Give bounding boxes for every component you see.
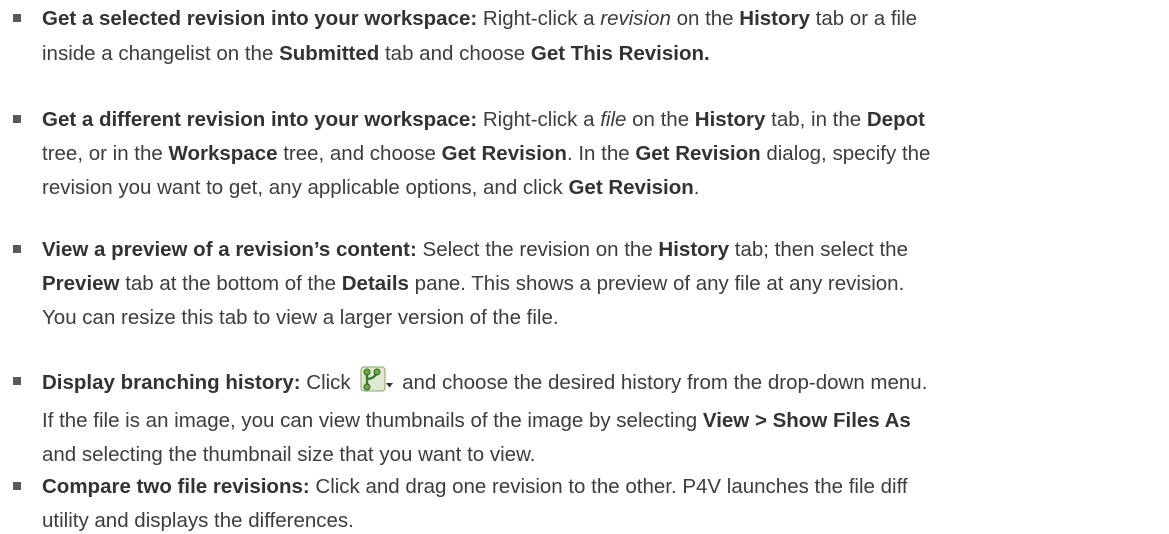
bullet-marker bbox=[13, 14, 21, 22]
italic-term: file bbox=[600, 108, 627, 131]
text-run: pane. This shows a preview of any file a… bbox=[408, 272, 905, 295]
text-run: dialog, specify the bbox=[760, 142, 931, 165]
text-run: tab or a file bbox=[809, 7, 918, 30]
text-run: Click bbox=[300, 371, 357, 394]
text-line: View a preview of a revision’s content: … bbox=[42, 237, 908, 263]
bold-term: Depot bbox=[866, 108, 925, 131]
text-run: tab; then select the bbox=[729, 238, 908, 261]
text-run: on the bbox=[626, 108, 695, 131]
bold-term: Get Revision bbox=[568, 176, 694, 199]
text-run: tab and choose bbox=[379, 42, 531, 65]
text-run: tab, in the bbox=[765, 108, 867, 131]
text-line: Display branching history: Click and cho… bbox=[42, 366, 928, 396]
bold-term: Submitted bbox=[279, 42, 380, 65]
bullet-marker bbox=[13, 245, 21, 253]
text-line: Get a selected revision into your worksp… bbox=[42, 6, 917, 32]
text-run: Right-click a bbox=[477, 7, 601, 30]
bold-term: Compare two file revisions: bbox=[42, 475, 310, 498]
text-run: revision you want to get, any applicable… bbox=[42, 176, 569, 199]
bold-term: Get This Revision. bbox=[530, 42, 710, 65]
bold-term: Details bbox=[341, 272, 409, 295]
text-line: inside a changelist on the Submitted tab… bbox=[42, 41, 710, 67]
text-run: If the file is an image, you can view th… bbox=[42, 409, 703, 432]
bold-term: Display branching history: bbox=[42, 371, 301, 394]
bold-term: Get a selected revision into your worksp… bbox=[42, 7, 478, 30]
text-run: . In the bbox=[566, 142, 636, 165]
text-run: Select the revision on the bbox=[416, 238, 659, 261]
bold-term: History bbox=[739, 7, 810, 30]
bold-term: View a preview of a revision’s content: bbox=[42, 238, 417, 261]
bullet-marker bbox=[13, 482, 21, 490]
text-run: on the bbox=[670, 7, 740, 30]
bold-term: Preview bbox=[42, 272, 120, 295]
bold-term: Workspace bbox=[168, 142, 278, 165]
text-run: tab at the bottom of the bbox=[119, 272, 342, 295]
text-run: and choose the desired history from the … bbox=[396, 371, 928, 394]
text-run: inside a changelist on the bbox=[42, 42, 280, 65]
bold-term: History bbox=[694, 108, 766, 131]
bold-term: Get Revision bbox=[635, 142, 761, 165]
branching-history-icon[interactable] bbox=[360, 366, 394, 395]
text-run: Click and drag one revision to the other… bbox=[309, 475, 908, 498]
bold-term: History bbox=[658, 238, 730, 261]
bullet-marker bbox=[13, 115, 21, 123]
text-run: . bbox=[693, 176, 700, 199]
bold-term: Get a different revision into your works… bbox=[42, 108, 478, 131]
text-line: utility and displays the differences. bbox=[42, 508, 354, 534]
text-line: revision you want to get, any applicable… bbox=[42, 175, 700, 201]
bullet-marker bbox=[13, 377, 21, 385]
italic-term: revision bbox=[600, 7, 671, 30]
text-line: tree, or in the Workspace tree, and choo… bbox=[42, 141, 930, 167]
text-line: You can resize this tab to view a larger… bbox=[42, 305, 559, 331]
text-run: tree, or in the bbox=[42, 142, 169, 165]
bold-term: View > Show Files As bbox=[702, 409, 911, 432]
text-run: You can resize this tab to view a larger… bbox=[42, 306, 559, 329]
text-run: Right-click a bbox=[477, 108, 601, 131]
note-line: and selecting the thumbnail size that yo… bbox=[42, 442, 535, 468]
document: Get a selected revision into your worksp… bbox=[0, 0, 1169, 534]
text-line: Compare two file revisions: Click and dr… bbox=[42, 474, 908, 500]
text-line: Preview tab at the bottom of the Details… bbox=[42, 271, 904, 297]
text-line: Get a different revision into your works… bbox=[42, 107, 925, 133]
note-line: If the file is an image, you can view th… bbox=[42, 408, 911, 434]
text-run: utility and displays the differences. bbox=[42, 509, 354, 532]
bold-term: Get Revision bbox=[441, 142, 567, 165]
text-run: and selecting the thumbnail size that yo… bbox=[42, 443, 536, 466]
text-run: tree, and choose bbox=[277, 142, 442, 165]
